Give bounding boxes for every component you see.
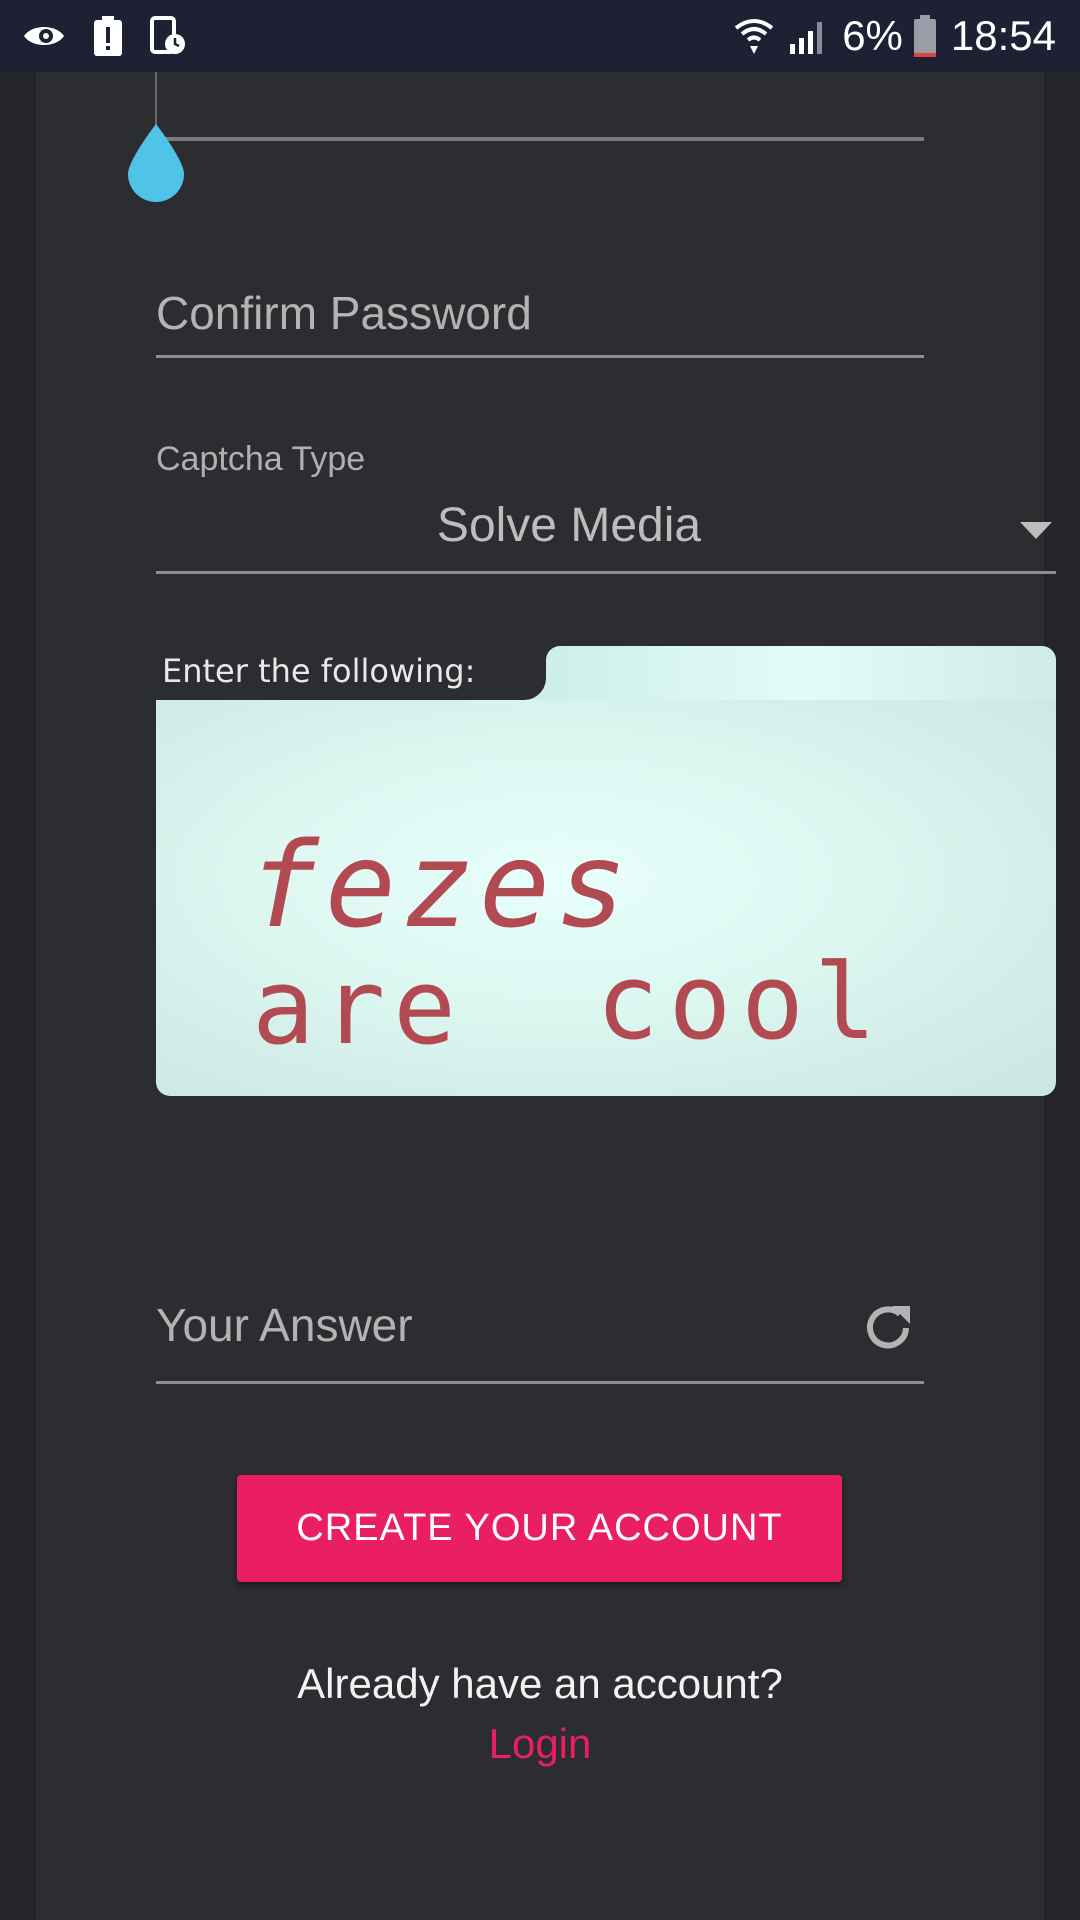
cell-signal-icon [790, 22, 823, 54]
eye-notification-icon [24, 27, 64, 45]
login-link[interactable]: Login [0, 1720, 1080, 1768]
captcha-answer-input[interactable]: Your Answer [156, 1298, 413, 1352]
alert-icon [94, 16, 122, 56]
already-have-account-text: Already have an account? [297, 1660, 783, 1707]
battery-low-icon [913, 15, 936, 57]
screen-timer-icon [150, 16, 185, 54]
captcha-text-line2a: are [252, 946, 464, 1068]
confirm-password-input[interactable]: Confirm Password [156, 286, 532, 340]
captcha-answer-underline [156, 1381, 924, 1384]
create-account-button[interactable]: CREATE YOUR ACCOUNT [237, 1475, 842, 1582]
wifi-icon [734, 19, 774, 54]
captcha-type-underline [156, 571, 1056, 574]
slider-track[interactable] [157, 137, 924, 141]
captcha-prompt: Enter the following: [162, 652, 476, 690]
captcha-challenge-area: fezes are cool [156, 700, 1056, 1096]
captcha-text-line1: fezes [248, 816, 634, 954]
captcha-image: fezes are cool Enter the following: [156, 646, 1056, 1096]
confirm-password-underline [156, 355, 924, 358]
captcha-text-line2b: cool [596, 941, 887, 1063]
battery-percent: 6% [842, 12, 903, 59]
clock: 18:54 [950, 12, 1056, 59]
captcha-type-select[interactable]: Solve Media [156, 498, 982, 553]
slider-drop-handle[interactable] [126, 124, 186, 202]
dropdown-arrow-icon[interactable] [1020, 522, 1052, 539]
refresh-captcha-icon[interactable] [862, 1302, 914, 1354]
captcha-type-label: Captcha Type [156, 440, 366, 478]
status-bar-notifications [22, 12, 186, 60]
status-bar: 6% 18:54 [0, 0, 1080, 72]
status-bar-system: 6% 18:54 [734, 10, 1056, 62]
